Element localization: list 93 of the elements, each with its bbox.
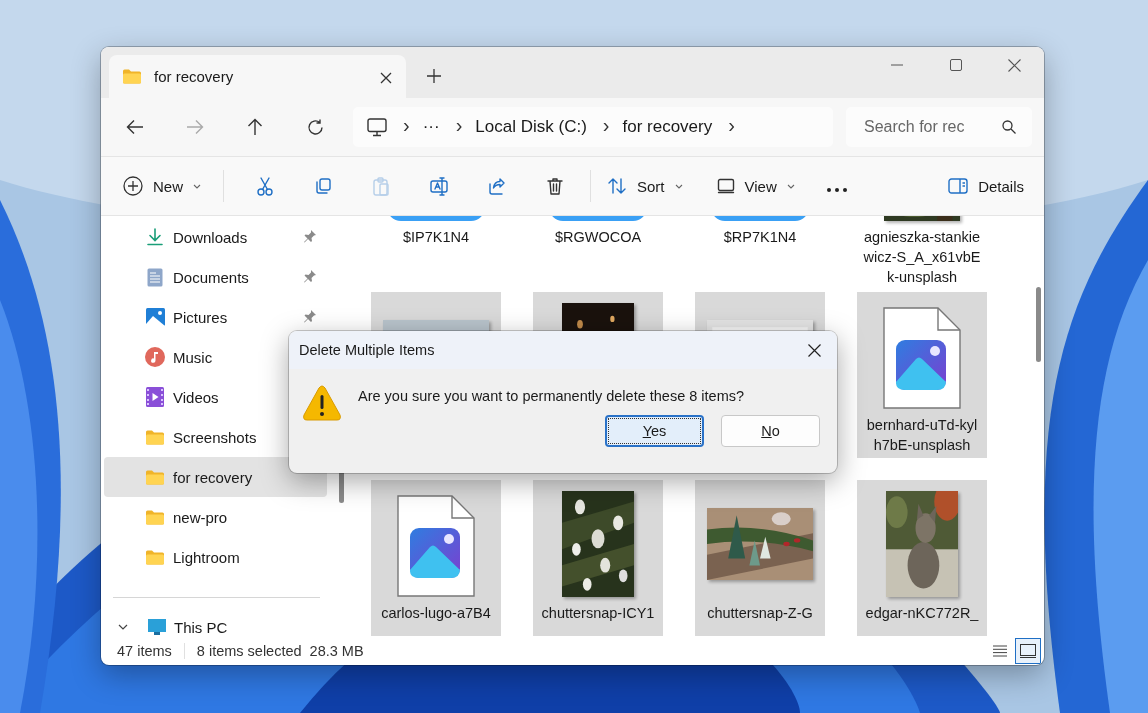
forward-arrow-icon (186, 119, 204, 135)
copy-icon (313, 175, 333, 197)
sidebar-item[interactable]: Documents (104, 257, 327, 297)
close-icon (380, 71, 392, 84)
file-item[interactable]: bernhard-uTd-kylh7bE-unsplash (857, 292, 987, 458)
caret-icon (786, 183, 795, 189)
sidebar-item[interactable]: Pictures (104, 297, 327, 337)
folder-icon (146, 429, 164, 445)
scrollbar-thumb[interactable] (1036, 287, 1041, 362)
sidebar-item[interactable]: new-pro (104, 497, 327, 537)
monitor-icon (367, 117, 387, 137)
file-name: carlos-lugo-a7B4 (380, 604, 492, 623)
more-icon (826, 187, 847, 192)
no-button[interactable]: No (721, 415, 820, 447)
cut-icon (255, 175, 275, 197)
picture-icon (145, 308, 165, 326)
close-icon (807, 343, 821, 357)
breadcrumb-separator[interactable]: › (602, 114, 610, 137)
file-item[interactable]: $RP7K1N4 (695, 216, 825, 270)
view-icon (716, 178, 735, 194)
file-item[interactable]: $RGWOCOA (533, 216, 663, 270)
pin-icon (303, 228, 317, 243)
caret-icon (674, 183, 683, 189)
pin-icon (303, 308, 317, 323)
tiles-view-button[interactable] (1015, 637, 1041, 664)
folder-tab[interactable]: for recovery (109, 55, 406, 98)
sidebar-item[interactable]: Lightroom (104, 537, 327, 577)
file-name: $IP7K1N4 (401, 228, 471, 247)
sort-icon (607, 176, 627, 196)
selection-count: 8 items selected (196, 642, 302, 659)
breadcrumb-separator[interactable]: › (455, 114, 463, 137)
breadcrumb-separator[interactable]: › (403, 114, 410, 137)
breadcrumb[interactable]: Local Disk (C:) (475, 117, 587, 137)
selection-size: 28.3 MB (309, 642, 364, 659)
download-icon (146, 228, 164, 246)
file-name: $RP7K1N4 (722, 228, 798, 247)
plus-circle-icon (123, 176, 143, 196)
file-name: chuttersnap-ICY1 (540, 604, 656, 623)
document-icon (147, 267, 163, 287)
file-item[interactable]: edgar-nKC772R_ (857, 480, 987, 636)
folder-icon (123, 69, 141, 84)
file-name: edgar-nKC772R_ (864, 604, 980, 623)
file-item[interactable]: carlos-lugo-a7B4 (371, 480, 501, 636)
folder-icon (146, 509, 164, 525)
minimize-icon (890, 64, 903, 66)
folder-icon (146, 549, 164, 565)
image-file-icon (397, 495, 475, 597)
close-icon (1008, 58, 1021, 72)
address-bar[interactable]: › ··· › Local Disk (C:) › for recovery › (353, 107, 833, 147)
file-item[interactable]: chuttersnap-ICY1 (533, 480, 663, 636)
file-name: chuttersnap-Z-G (706, 604, 814, 623)
image-file-icon (883, 307, 961, 409)
file-item[interactable]: chuttersnap-Z-G (695, 480, 825, 636)
search-icon (1002, 120, 1016, 134)
sidebar-item[interactable]: This PC (101, 607, 350, 636)
dialog-message: Are you sure you want to permanently delete these 8 items? (358, 388, 745, 406)
search-field[interactable]: Search for rec (846, 107, 1032, 147)
caret-icon (193, 183, 201, 189)
back-arrow-icon (126, 119, 144, 135)
folder-icon (146, 469, 164, 485)
pin-icon (303, 268, 317, 283)
list-icon (993, 644, 1007, 657)
paste-icon (371, 175, 391, 197)
dialog-title: Delete Multiple Items (299, 342, 436, 358)
maximize-icon (949, 59, 962, 71)
scrollbar-thumb[interactable] (339, 470, 344, 503)
rename-icon (429, 175, 449, 197)
file-item[interactable]: agnieszka-stankiewicz-S_A_x61vbEk-unsplash (857, 216, 987, 287)
file-name: $RGWOCOA (553, 228, 643, 247)
breadcrumb[interactable]: for recovery (622, 117, 713, 137)
yes-button[interactable]: Yes (605, 415, 704, 447)
warning-icon (303, 385, 341, 421)
music-icon (145, 347, 165, 367)
sidebar-item[interactable]: for recovery (104, 457, 327, 497)
file-name: agnieszka-stankiewicz-S_A_x61vbEk-unsplash (863, 228, 981, 287)
refresh-icon (306, 118, 324, 136)
details-pane-icon (948, 178, 969, 194)
plus-icon (427, 69, 441, 83)
sidebar-item[interactable]: Downloads (104, 217, 327, 257)
monitor-icon (148, 619, 166, 635)
view-menu-button[interactable]: View (714, 166, 797, 206)
file-name: bernhard-uTd-kylh7bE-unsplash (865, 416, 979, 455)
breadcrumb-separator[interactable]: › (728, 114, 735, 137)
details-button[interactable]: Details (938, 166, 1034, 206)
video-icon (146, 387, 164, 407)
file-item[interactable]: $IP7K1N4 (371, 216, 501, 270)
item-count: 47 items (117, 642, 185, 659)
up-arrow-icon (247, 118, 263, 136)
new-menu-button[interactable]: New (121, 166, 203, 206)
breadcrumb[interactable]: ··· (422, 117, 440, 137)
tile-icon (1020, 643, 1036, 658)
sort-menu-button[interactable]: Sort (605, 166, 685, 206)
delete-icon (545, 175, 565, 197)
